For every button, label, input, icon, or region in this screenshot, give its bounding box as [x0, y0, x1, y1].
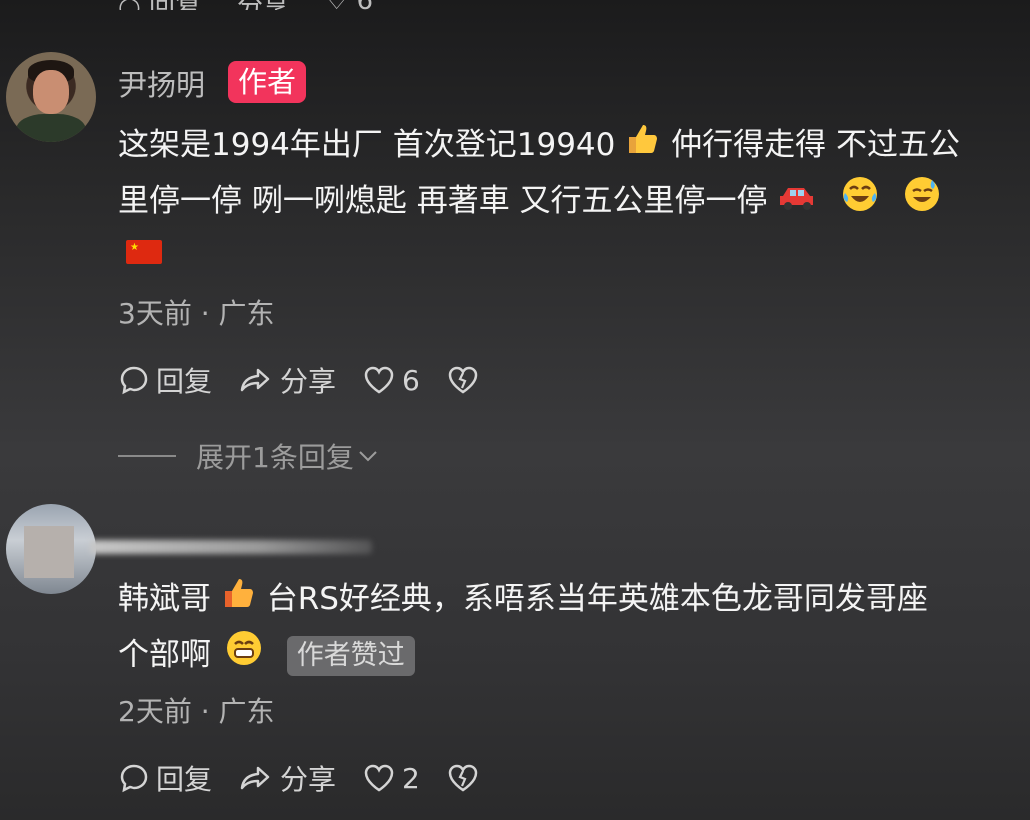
- car-emoji: [777, 175, 817, 229]
- like-count: 6: [402, 363, 420, 397]
- heart-icon: [364, 366, 394, 394]
- avatar[interactable]: [6, 504, 96, 594]
- share-arrow-icon: [240, 766, 270, 790]
- like-button[interactable]: 2: [362, 762, 420, 795]
- share-arrow-icon: [240, 368, 270, 392]
- dislike-button[interactable]: [446, 364, 486, 396]
- comment-actions: 回复 分享 2: [118, 758, 512, 798]
- comment-text: 韩斌哥 台RS好经典，系唔系当年英雄本色龙哥同发哥座 个部啊 作者赞过: [118, 572, 1028, 684]
- broken-heart-icon: [448, 366, 478, 394]
- sweat-smile-emoji: [903, 175, 941, 230]
- comment-meta: 3天前 · 广东: [118, 297, 275, 330]
- blurred-username[interactable]: [90, 540, 372, 554]
- thumbs-up-emoji: [625, 120, 661, 174]
- author-badge: 作者: [228, 61, 307, 103]
- like-count: 2: [402, 761, 420, 795]
- like-button[interactable]: 6: [362, 364, 420, 397]
- china-flag-icon: ★: [126, 240, 162, 264]
- thumbs-up-emoji: [221, 574, 257, 628]
- username[interactable]: 尹扬明: [118, 62, 205, 104]
- expand-replies[interactable]: 展开1条回复: [118, 436, 380, 476]
- grin-emoji: [225, 629, 263, 684]
- author-liked-badge: 作者赞过: [286, 636, 415, 676]
- avatar[interactable]: [6, 52, 96, 142]
- divider: [118, 455, 176, 457]
- heart-icon: [364, 764, 394, 792]
- comment-meta: 2天前 · 广东: [118, 695, 275, 728]
- share-button[interactable]: 分享: [238, 360, 336, 400]
- reply-button[interactable]: 回复: [118, 758, 212, 798]
- chevron-down-icon: [359, 451, 377, 462]
- comment-bubble-icon: [120, 366, 148, 395]
- previous-comment-actions-cutoff: ○ 回复分享♡ 6: [0, 0, 1030, 10]
- share-button[interactable]: 分享: [238, 758, 336, 798]
- tears-of-joy-emoji: [841, 175, 879, 230]
- comment-text: 这架是1994年出厂 首次登记19940 仲行得走得 不过五公 里停一停 咧一咧…: [118, 118, 1028, 230]
- broken-heart-icon: [448, 764, 478, 792]
- dislike-button[interactable]: [446, 762, 486, 794]
- comment-actions: 回复 分享 6: [118, 360, 512, 400]
- comment-bubble-icon: [120, 764, 148, 793]
- reply-button[interactable]: 回复: [118, 360, 212, 400]
